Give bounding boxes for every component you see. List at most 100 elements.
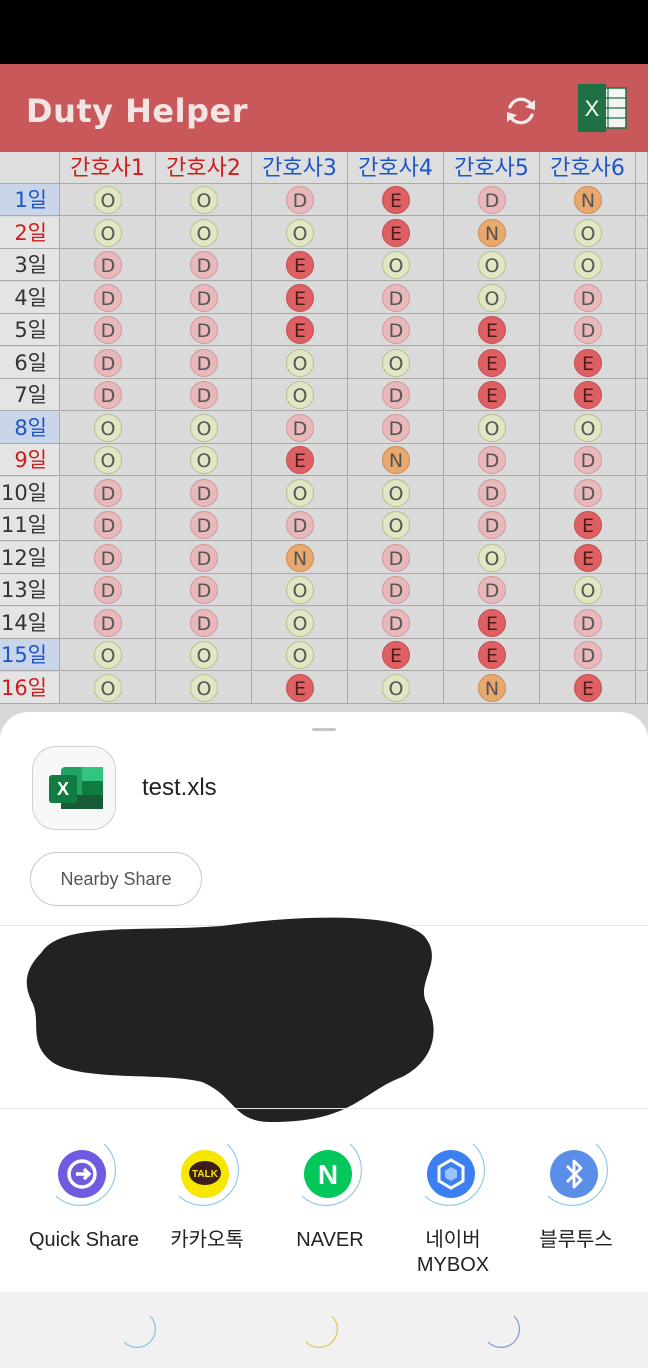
share-app-quick-share[interactable]: Quick Share — [24, 1138, 144, 1253]
shift-cell[interactable]: O — [444, 281, 540, 314]
shift-cell[interactable]: D — [252, 509, 348, 541]
shift-cell[interactable]: O — [348, 249, 444, 281]
shift-cell[interactable]: D — [540, 314, 636, 346]
shift-cell[interactable]: N — [444, 671, 540, 704]
shift-cell[interactable]: O — [60, 639, 156, 671]
shift-cell[interactable]: D — [60, 249, 156, 281]
shift-cell[interactable]: O — [348, 476, 444, 509]
shift-cell[interactable]: E — [540, 379, 636, 411]
shift-cell[interactable]: E — [348, 184, 444, 216]
shift-cell[interactable]: D — [156, 379, 252, 411]
shift-cell[interactable]: O — [540, 574, 636, 606]
recent-apps-moon-icon[interactable] — [120, 1312, 160, 1352]
shift-cell[interactable]: O — [60, 411, 156, 444]
share-app-naver-mybox[interactable]: 네이버 MYBOX — [393, 1138, 513, 1278]
shift-cell[interactable]: D — [444, 444, 540, 476]
shift-cell[interactable]: D — [252, 411, 348, 444]
shift-cell[interactable]: O — [252, 476, 348, 509]
shift-cell[interactable]: D — [156, 509, 252, 541]
shift-cell[interactable]: O — [348, 509, 444, 541]
shift-cell[interactable]: D — [348, 541, 444, 574]
shift-cell[interactable]: N — [540, 184, 636, 216]
shift-cell[interactable]: O — [60, 216, 156, 249]
shift-cell[interactable]: D — [60, 346, 156, 379]
shift-cell[interactable]: D — [444, 574, 540, 606]
shift-cell[interactable]: D — [60, 509, 156, 541]
shift-cell[interactable]: E — [540, 346, 636, 379]
shift-cell[interactable]: D — [60, 574, 156, 606]
shift-cell[interactable]: E — [252, 444, 348, 476]
shift-cell[interactable]: O — [540, 249, 636, 281]
shift-cell[interactable]: O — [252, 606, 348, 639]
shift-cell[interactable]: D — [60, 314, 156, 346]
shift-cell[interactable]: E — [348, 639, 444, 671]
shift-cell[interactable]: D — [156, 541, 252, 574]
shift-cell[interactable]: E — [444, 639, 540, 671]
shift-cell[interactable]: E — [444, 346, 540, 379]
shift-cell[interactable]: D — [60, 541, 156, 574]
shift-cell[interactable]: O — [540, 411, 636, 444]
shift-cell[interactable]: E — [444, 379, 540, 411]
share-app-bluetooth[interactable]: 블루투스 — [516, 1138, 636, 1253]
shift-cell[interactable]: D — [348, 281, 444, 314]
share-app-kakaotalk[interactable]: TALK 카카오톡 — [147, 1138, 267, 1253]
shift-cell[interactable]: O — [60, 444, 156, 476]
shift-cell[interactable]: O — [252, 346, 348, 379]
shift-cell[interactable]: D — [252, 184, 348, 216]
shift-cell[interactable]: D — [348, 574, 444, 606]
shift-cell[interactable]: D — [348, 379, 444, 411]
shift-cell[interactable]: O — [444, 541, 540, 574]
home-moon-icon[interactable] — [302, 1312, 342, 1352]
shift-cell[interactable]: O — [156, 216, 252, 249]
shift-cell[interactable]: D — [540, 444, 636, 476]
shift-cell[interactable]: D — [60, 379, 156, 411]
back-moon-icon[interactable] — [484, 1312, 524, 1352]
shift-cell[interactable]: E — [252, 249, 348, 281]
shift-cell[interactable]: O — [60, 671, 156, 704]
drag-handle[interactable] — [312, 728, 336, 731]
shift-cell[interactable]: E — [252, 314, 348, 346]
shift-cell[interactable]: E — [540, 671, 636, 704]
shift-cell[interactable]: D — [60, 281, 156, 314]
shift-cell[interactable]: D — [60, 476, 156, 509]
shift-cell[interactable]: D — [444, 184, 540, 216]
shift-cell[interactable]: D — [156, 249, 252, 281]
shift-cell[interactable]: O — [156, 444, 252, 476]
shift-cell[interactable]: D — [444, 476, 540, 509]
shift-cell[interactable]: E — [252, 281, 348, 314]
shift-cell[interactable]: O — [348, 671, 444, 704]
shift-cell[interactable]: E — [540, 509, 636, 541]
shift-cell[interactable]: O — [60, 184, 156, 216]
shift-cell[interactable]: D — [444, 509, 540, 541]
shift-cell[interactable]: O — [252, 574, 348, 606]
shift-cell[interactable]: O — [444, 249, 540, 281]
shift-cell[interactable]: O — [156, 184, 252, 216]
shift-cell[interactable]: D — [156, 476, 252, 509]
shift-cell[interactable]: D — [348, 314, 444, 346]
shift-cell[interactable]: D — [156, 574, 252, 606]
shift-cell[interactable]: N — [348, 444, 444, 476]
shift-cell[interactable]: D — [540, 606, 636, 639]
shift-cell[interactable]: D — [540, 639, 636, 671]
shift-cell[interactable]: D — [540, 476, 636, 509]
shift-cell[interactable]: D — [156, 281, 252, 314]
refresh-button[interactable] — [500, 90, 542, 132]
shift-cell[interactable]: O — [156, 671, 252, 704]
nearby-share-button[interactable]: Nearby Share — [30, 852, 202, 906]
shift-cell[interactable]: D — [540, 281, 636, 314]
shift-cell[interactable]: E — [252, 671, 348, 704]
shift-cell[interactable]: E — [444, 606, 540, 639]
shift-cell[interactable]: E — [540, 541, 636, 574]
shift-cell[interactable]: D — [156, 314, 252, 346]
shift-cell[interactable]: E — [444, 314, 540, 346]
shift-cell[interactable]: O — [252, 379, 348, 411]
shift-cell[interactable]: O — [540, 216, 636, 249]
shift-cell[interactable]: O — [156, 639, 252, 671]
shift-cell[interactable]: N — [444, 216, 540, 249]
share-app-naver[interactable]: N NAVER — [270, 1138, 390, 1253]
shift-cell[interactable]: O — [444, 411, 540, 444]
shift-cell[interactable]: O — [156, 411, 252, 444]
shift-cell[interactable]: D — [156, 346, 252, 379]
excel-export-button[interactable]: X — [576, 84, 630, 132]
shift-cell[interactable]: N — [252, 541, 348, 574]
